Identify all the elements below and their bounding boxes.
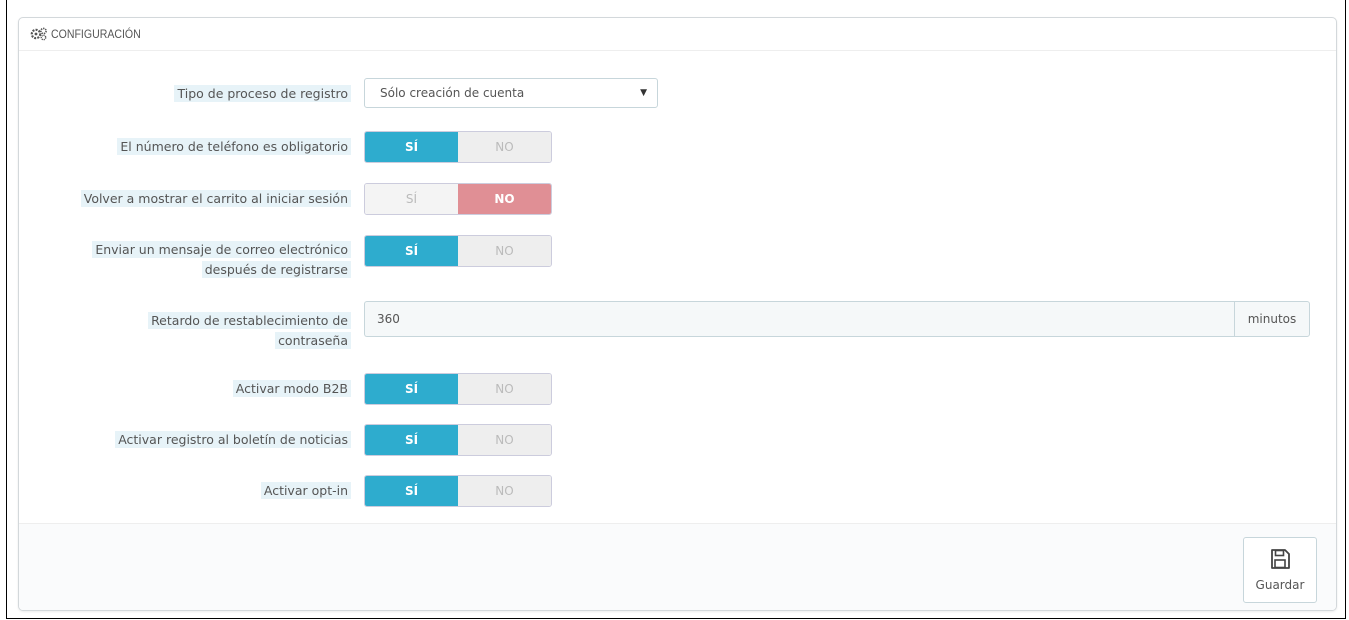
phone-required-yes[interactable]: SÍ <box>365 132 458 162</box>
password-reset-input[interactable]: 360 <box>364 301 1234 337</box>
show-cart-no[interactable]: NO <box>458 184 551 214</box>
b2b-yes[interactable]: SÍ <box>365 374 458 404</box>
show-cart-switch[interactable]: SÍ NO <box>364 183 552 215</box>
newsletter-label: Activar registro al boletín de noticias <box>115 430 351 450</box>
newsletter-no[interactable]: NO <box>458 425 551 455</box>
send-email-switch[interactable]: SÍ NO <box>364 235 552 267</box>
b2b-label: Activar modo B2B <box>232 379 351 399</box>
registration-type-select[interactable]: Sólo creación de cuenta ▼ <box>364 78 658 108</box>
configuration-panel: CONFIGURACIÓN Tipo de proceso de registr… <box>18 17 1337 611</box>
send-email-yes[interactable]: SÍ <box>365 236 458 266</box>
show-cart-label: Volver a mostrar el carrito al iniciar s… <box>80 189 351 209</box>
registration-type-label: Tipo de proceso de registro <box>174 84 351 104</box>
floppy-disk-icon <box>1271 549 1290 569</box>
optin-no[interactable]: NO <box>458 476 551 506</box>
newsletter-yes[interactable]: SÍ <box>365 425 458 455</box>
b2b-switch[interactable]: SÍ NO <box>364 373 552 405</box>
show-cart-yes[interactable]: SÍ <box>365 184 458 214</box>
password-reset-input-group: 360 minutos <box>364 301 1310 337</box>
send-email-no[interactable]: NO <box>458 236 551 266</box>
optin-yes[interactable]: SÍ <box>365 476 458 506</box>
send-email-label: Enviar un mensaje de correo electrónico … <box>92 240 351 280</box>
gears-icon <box>30 27 47 41</box>
optin-switch[interactable]: SÍ NO <box>364 475 552 507</box>
password-reset-label: Retardo de restablecimiento de contraseñ… <box>148 311 351 351</box>
save-button[interactable]: Guardar <box>1243 537 1317 603</box>
password-reset-unit: minutos <box>1234 301 1310 337</box>
phone-required-switch[interactable]: SÍ NO <box>364 131 552 163</box>
panel-title: CONFIGURACIÓN <box>51 27 141 41</box>
panel-heading: CONFIGURACIÓN <box>19 18 1336 51</box>
phone-required-label: El número de teléfono es obligatorio <box>117 137 351 157</box>
panel-footer: Guardar <box>19 523 1336 610</box>
phone-required-no[interactable]: NO <box>458 132 551 162</box>
caret-down-icon: ▼ <box>640 88 647 98</box>
b2b-no[interactable]: NO <box>458 374 551 404</box>
registration-type-value: Sólo creación de cuenta <box>380 86 525 100</box>
optin-label: Activar opt-in <box>260 481 351 501</box>
save-button-label: Guardar <box>1255 578 1305 592</box>
newsletter-switch[interactable]: SÍ NO <box>364 424 552 456</box>
